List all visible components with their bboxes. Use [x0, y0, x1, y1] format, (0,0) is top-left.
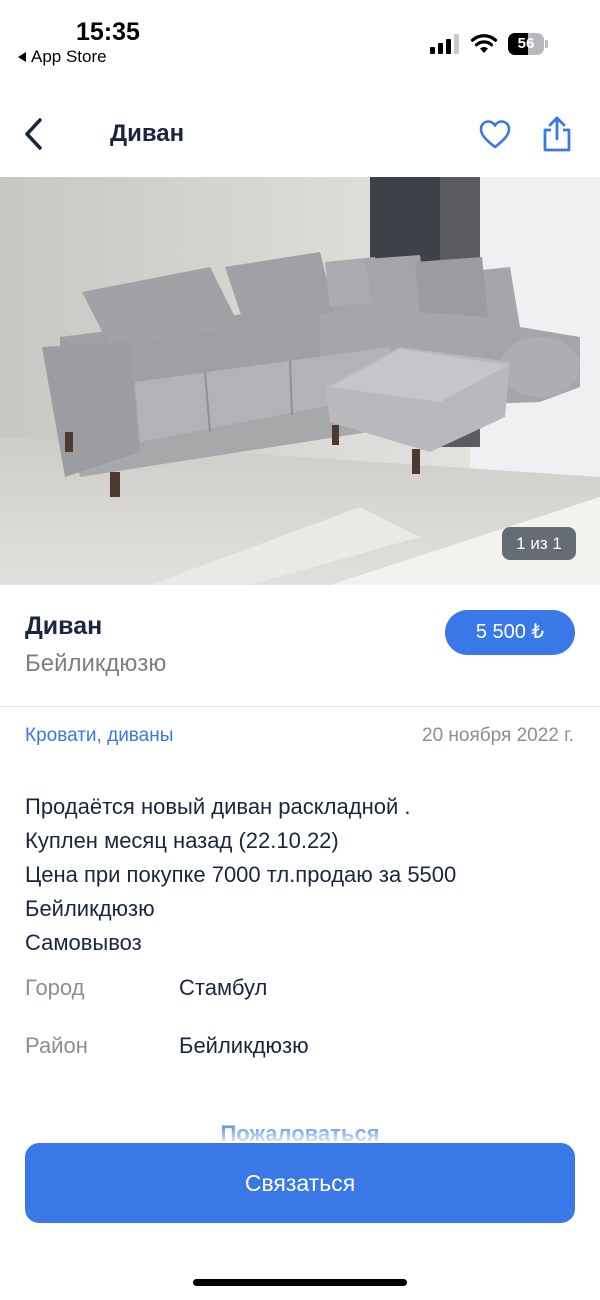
property-label: Город: [25, 975, 85, 1000]
status-time: 15:35: [76, 18, 140, 46]
listing-photo[interactable]: 1 из 1: [0, 177, 600, 585]
heart-icon: [479, 120, 511, 149]
description-line: Куплен месяц назад (22.10.22): [25, 828, 339, 853]
status-bar: 15:35 App Store 56: [0, 0, 600, 80]
category-link[interactable]: Кровати, диваны: [25, 725, 173, 747]
home-indicator: [193, 1279, 407, 1286]
property-label: Район: [25, 1033, 88, 1058]
price-badge: 5 500 ₺: [445, 610, 575, 655]
back-triangle-icon: [18, 52, 26, 62]
description-line: Продаётся новый диван раскладной .: [25, 794, 411, 819]
battery-level: 56: [517, 35, 535, 52]
sofa-photo-image: [0, 177, 600, 585]
divider: [0, 706, 600, 707]
listing-description: Продаётся новый диван раскладной . Купле…: [25, 790, 580, 960]
property-row-district: Район Бейликдюзю: [25, 1029, 575, 1063]
back-button[interactable]: [20, 114, 50, 154]
photo-counter: 1 из 1: [502, 527, 576, 560]
description-line: Самовывоз: [25, 930, 142, 955]
cellular-signal-icon: [430, 34, 462, 54]
wifi-icon: [470, 32, 498, 54]
post-date: 20 ноября 2022 г.: [422, 725, 574, 746]
property-value: Стамбул: [179, 975, 268, 1000]
back-to-app-link[interactable]: App Store: [18, 47, 107, 67]
listing-title: Диван: [25, 612, 103, 640]
description-line: Цена при покупке 7000 тл.продаю за 5500: [25, 862, 457, 887]
chevron-left-icon: [25, 118, 42, 150]
share-button[interactable]: [540, 114, 574, 154]
favorite-button[interactable]: [478, 118, 512, 152]
navigation-bar: Диван: [0, 100, 600, 170]
property-value: Бейликдюзю: [179, 1033, 309, 1058]
back-app-label: App Store: [31, 47, 107, 66]
share-icon: [543, 116, 571, 152]
battery-icon: 56: [508, 33, 548, 55]
page-title: Диван: [110, 120, 185, 147]
description-line: Бейликдюзю: [25, 896, 155, 921]
contact-button[interactable]: Связаться: [25, 1143, 575, 1223]
listing-location: Бейликдюзю: [25, 650, 167, 677]
property-row-city: Город Стамбул: [25, 971, 575, 1005]
